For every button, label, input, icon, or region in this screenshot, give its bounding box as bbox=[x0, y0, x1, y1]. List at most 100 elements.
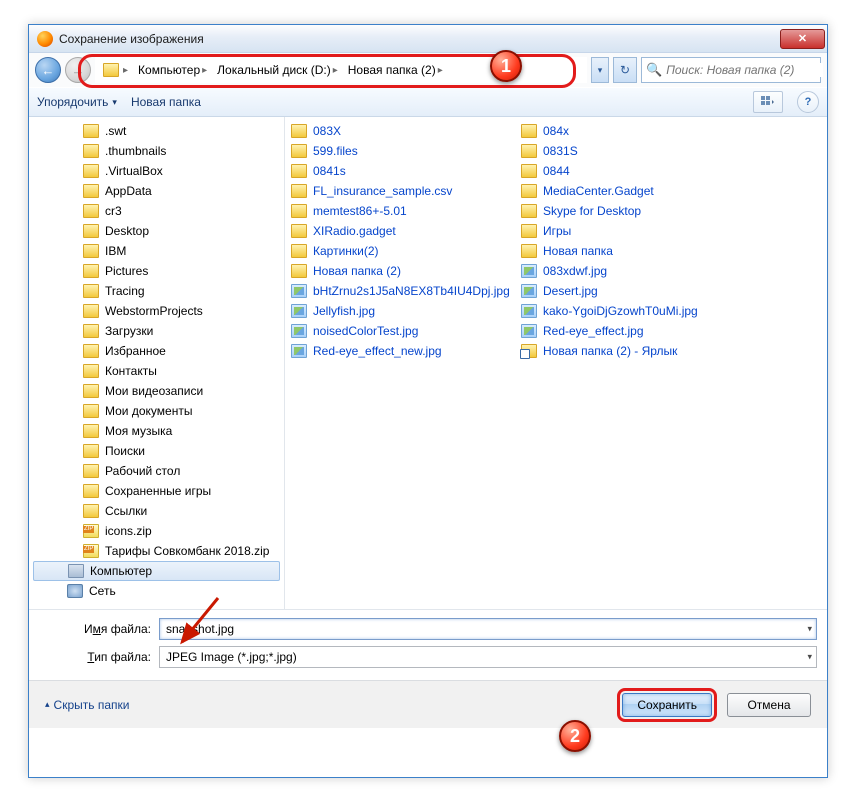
fld-icon bbox=[83, 464, 99, 478]
tree-item[interactable]: Мои видеозаписи bbox=[29, 381, 284, 401]
forward-button[interactable]: → bbox=[65, 57, 91, 83]
form-area: Имя файла: snapshot.jpg▾ Тип файла: JPEG… bbox=[29, 609, 827, 680]
fld-icon bbox=[291, 204, 307, 218]
list-item[interactable]: 084x bbox=[521, 121, 731, 141]
folder-tree[interactable]: .swt.thumbnails .VirtualBox AppData cr3 Desk… bbox=[29, 117, 285, 609]
cancel-button[interactable]: Отмена bbox=[727, 693, 811, 717]
list-item[interactable]: Jellyfish.jpg bbox=[291, 301, 501, 321]
tree-item[interactable]: Рабочий стол bbox=[29, 461, 284, 481]
list-item[interactable]: XIRadio.gadget bbox=[291, 221, 501, 241]
list-item[interactable]: 599.files bbox=[291, 141, 501, 161]
fld-icon bbox=[83, 424, 99, 438]
filename-label: Имя файла: bbox=[39, 622, 159, 636]
tree-item-label: cr3 bbox=[105, 204, 122, 218]
list-item[interactable]: 0831S bbox=[521, 141, 731, 161]
address-dropdown[interactable]: ▾ bbox=[591, 57, 609, 83]
fld-icon bbox=[83, 184, 99, 198]
list-item[interactable]: Новая папка (2) - Ярлык bbox=[521, 341, 731, 361]
list-item[interactable]: Картинки(2) bbox=[291, 241, 501, 261]
tree-item[interactable]: Избранное bbox=[29, 341, 284, 361]
tree-item[interactable]: cr3 bbox=[29, 201, 284, 221]
titlebar[interactable]: Сохранение изображения ✕ bbox=[29, 25, 827, 53]
img-icon bbox=[521, 264, 537, 278]
tree-item-label: Мои документы bbox=[105, 404, 192, 418]
list-item[interactable]: bHtZrnu2s1J5aN8EX8Tb4IU4Dpj.jpg bbox=[291, 281, 501, 301]
crumb-folder[interactable]: Новая папка (2) bbox=[348, 63, 436, 77]
tree-item[interactable]: Сеть bbox=[29, 581, 284, 601]
tree-item-label: Избранное bbox=[105, 344, 166, 358]
help-button[interactable]: ? bbox=[797, 91, 819, 113]
tree-item[interactable]: Загрузки bbox=[29, 321, 284, 341]
close-button[interactable]: ✕ bbox=[780, 29, 825, 49]
firefox-icon bbox=[37, 31, 53, 47]
list-item[interactable]: Desert.jpg bbox=[521, 281, 731, 301]
tree-item[interactable]: Desktop bbox=[29, 221, 284, 241]
new-folder-button[interactable]: Новая папка bbox=[131, 95, 201, 109]
tree-item[interactable]: .VirtualBox bbox=[29, 161, 284, 181]
tree-item-label: icons.zip bbox=[105, 524, 152, 538]
list-item-label: Skype for Desktop bbox=[543, 204, 641, 218]
tree-item-label: Сеть bbox=[89, 584, 116, 598]
tree-item-label: Моя музыка bbox=[105, 424, 172, 438]
tree-item[interactable]: Компьютер bbox=[33, 561, 280, 581]
list-item[interactable]: Игры bbox=[521, 221, 731, 241]
search-input[interactable] bbox=[666, 63, 823, 77]
list-item[interactable]: Новая папка (2) bbox=[291, 261, 501, 281]
list-item[interactable]: Red-eye_effect_new.jpg bbox=[291, 341, 501, 361]
organize-menu[interactable]: Упорядочить▾ bbox=[37, 95, 117, 109]
list-item[interactable]: Новая папка bbox=[521, 241, 731, 261]
list-item[interactable]: FL_insurance_sample.csv bbox=[291, 181, 501, 201]
list-item[interactable]: noisedColorTest.jpg bbox=[291, 321, 501, 341]
list-item[interactable]: 083X bbox=[291, 121, 501, 141]
tree-item-label: Тарифы Совкомбанк 2018.zip bbox=[105, 544, 269, 558]
list-item[interactable]: kako-YgoiDjGzowhT0uMi.jpg bbox=[521, 301, 731, 321]
list-item[interactable]: Skype for Desktop bbox=[521, 201, 731, 221]
filetype-select[interactable]: JPEG Image (*.jpg;*.jpg)▾ bbox=[159, 646, 817, 668]
back-button[interactable]: ← bbox=[35, 57, 61, 83]
list-item[interactable]: MediaCenter.Gadget bbox=[521, 181, 731, 201]
img-icon bbox=[291, 304, 307, 318]
tree-item[interactable]: .swt bbox=[29, 121, 284, 141]
tree-item[interactable]: Моя музыка bbox=[29, 421, 284, 441]
fld-icon bbox=[83, 264, 99, 278]
list-item-label: 0844 bbox=[543, 164, 570, 178]
refresh-button[interactable]: ↻ bbox=[613, 57, 637, 83]
tree-item[interactable]: Мои документы bbox=[29, 401, 284, 421]
zip-icon bbox=[83, 544, 99, 558]
tree-item[interactable]: icons.zip bbox=[29, 521, 284, 541]
tree-item[interactable]: WebstormProjects bbox=[29, 301, 284, 321]
crumb-drive[interactable]: Локальный диск (D:) bbox=[217, 63, 331, 77]
tree-item[interactable]: .thumbnails bbox=[29, 141, 284, 161]
search-box[interactable]: 🔍 bbox=[641, 57, 821, 83]
list-item-label: noisedColorTest.jpg bbox=[313, 324, 418, 338]
fld-icon bbox=[291, 164, 307, 178]
crumb-computer[interactable]: Компьютер bbox=[138, 63, 200, 77]
tree-item[interactable]: AppData bbox=[29, 181, 284, 201]
filename-input[interactable]: snapshot.jpg▾ bbox=[159, 618, 817, 640]
window-title: Сохранение изображения bbox=[59, 32, 780, 46]
tree-item[interactable]: Поиски bbox=[29, 441, 284, 461]
list-item[interactable]: memtest86+-5.01 bbox=[291, 201, 501, 221]
list-item[interactable]: 0841s bbox=[291, 161, 501, 181]
file-list[interactable]: 083X599.files0841sFL_insurance_sample.cs… bbox=[285, 117, 827, 609]
view-options-button[interactable] bbox=[753, 91, 783, 113]
tree-item[interactable]: Tracing bbox=[29, 281, 284, 301]
fld-icon bbox=[291, 124, 307, 138]
list-item-label: kako-YgoiDjGzowhT0uMi.jpg bbox=[543, 304, 698, 318]
nav-row: ← → ▸ Компьютер▸ Локальный диск (D:)▸ Но… bbox=[29, 53, 827, 87]
list-item[interactable]: 0844 bbox=[521, 161, 731, 181]
tree-item[interactable]: Сохраненные игры bbox=[29, 481, 284, 501]
tree-item-label: .VirtualBox bbox=[105, 164, 163, 178]
list-item-label: XIRadio.gadget bbox=[313, 224, 396, 238]
list-item-label: Desert.jpg bbox=[543, 284, 598, 298]
list-item[interactable]: 083xdwf.jpg bbox=[521, 261, 731, 281]
tree-item[interactable]: IBM bbox=[29, 241, 284, 261]
hide-folders-link[interactable]: ▴Скрыть папки bbox=[45, 698, 129, 712]
tree-item[interactable]: Тарифы Совкомбанк 2018.zip bbox=[29, 541, 284, 561]
list-item-label: bHtZrnu2s1J5aN8EX8Tb4IU4Dpj.jpg bbox=[313, 284, 510, 298]
list-item[interactable]: Red-eye_effect.jpg bbox=[521, 321, 731, 341]
tree-item[interactable]: Ссылки bbox=[29, 501, 284, 521]
tree-item[interactable]: Контакты bbox=[29, 361, 284, 381]
save-button[interactable]: Сохранить bbox=[622, 693, 712, 717]
tree-item[interactable]: Pictures bbox=[29, 261, 284, 281]
